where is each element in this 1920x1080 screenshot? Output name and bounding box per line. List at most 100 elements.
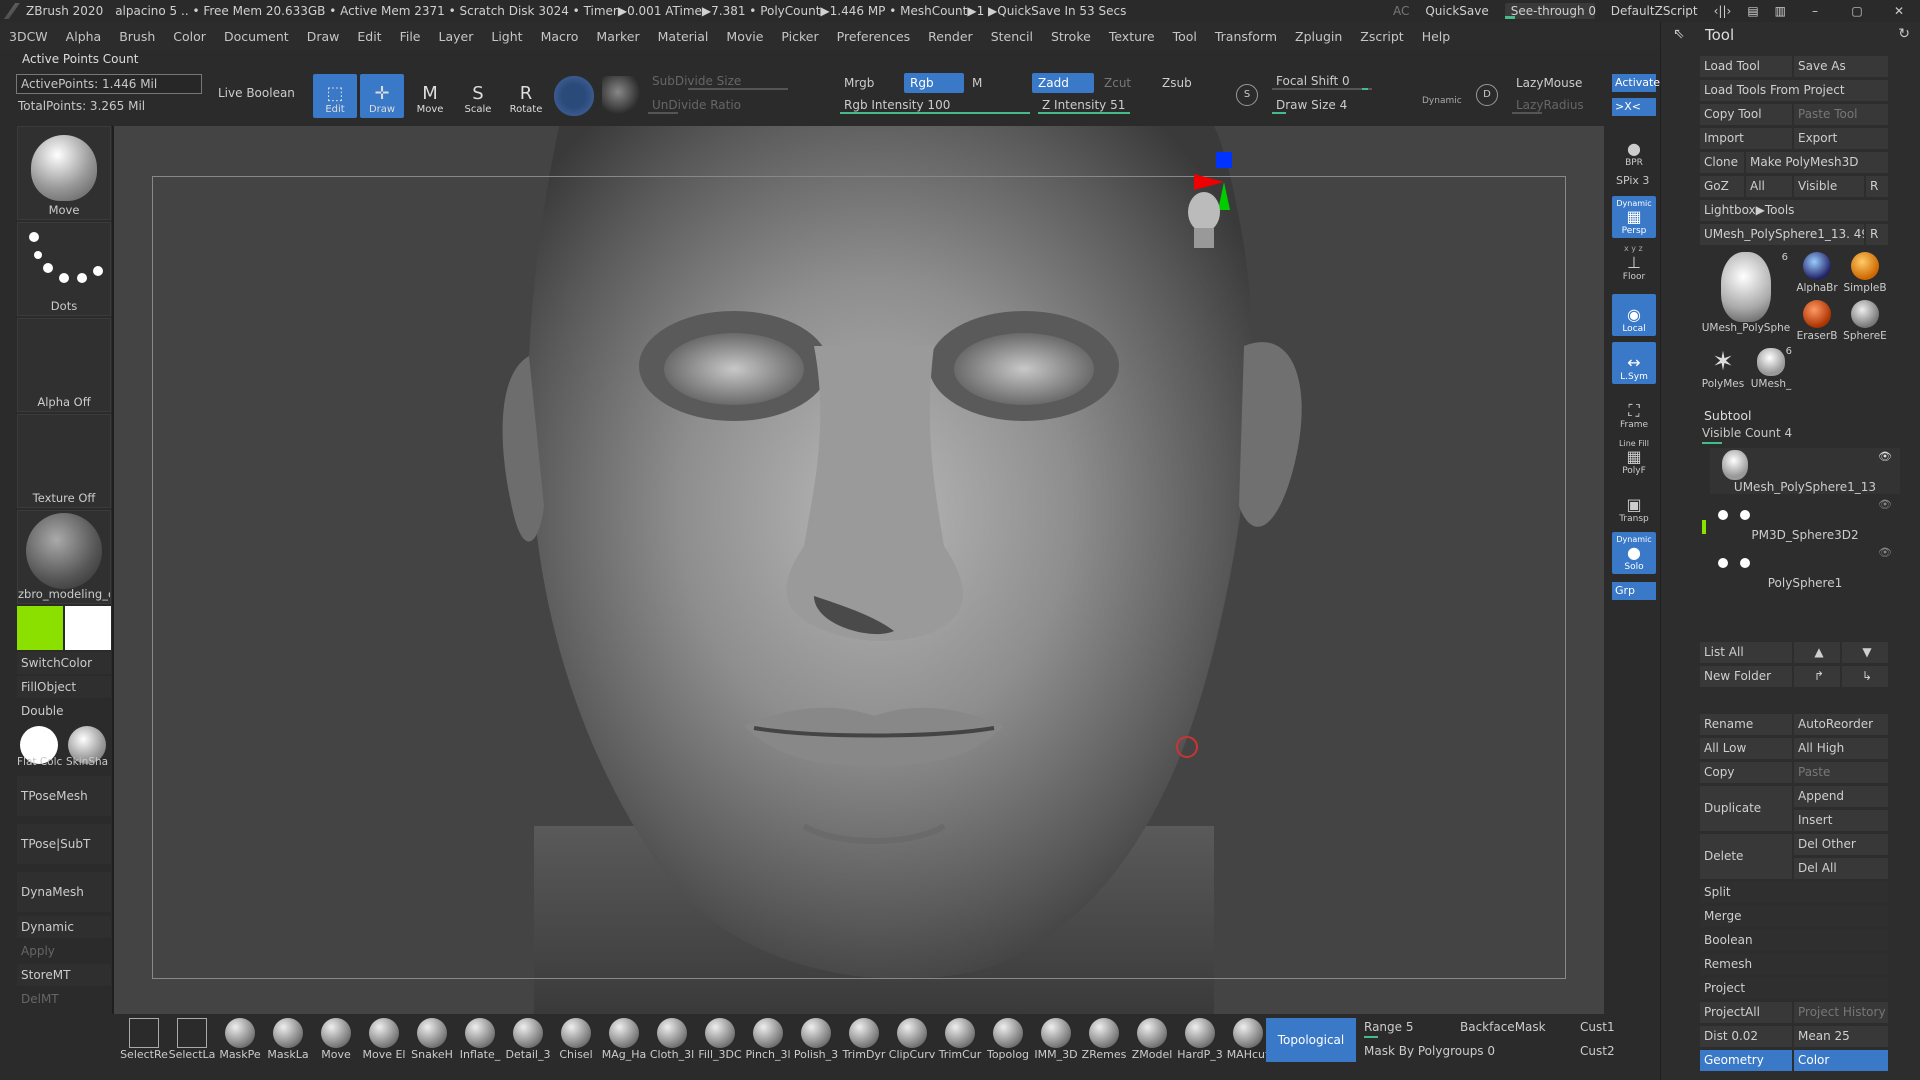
quicksave-button[interactable]: QuickSave: [1425, 4, 1488, 18]
del-mt-button[interactable]: DelMT: [17, 988, 111, 1010]
tool-thumb-umesh-small[interactable]: UMesh_ 6: [1748, 346, 1794, 392]
brush-fill-3dc[interactable]: Fill_3DC: [696, 1016, 744, 1064]
load-tools-from-project-button[interactable]: Load Tools From Project: [1700, 80, 1888, 101]
polyf-button[interactable]: Line Fill ▦ PolyF: [1612, 436, 1656, 478]
goz-all-button[interactable]: All: [1746, 176, 1792, 197]
floor-button[interactable]: ⊥ Floor: [1612, 246, 1656, 284]
stroke-picker[interactable]: Dots: [17, 222, 111, 316]
range-slider[interactable]: Range 5: [1364, 1020, 1413, 1034]
remesh-section[interactable]: Remesh: [1700, 954, 1888, 975]
brush-cloth-3l[interactable]: Cloth_3l: [648, 1016, 696, 1064]
bpr-button[interactable]: ● BPR: [1612, 128, 1656, 170]
subtool-title[interactable]: Subtool: [1704, 408, 1751, 423]
current-tool-r-button[interactable]: R: [1866, 224, 1888, 245]
grp-button[interactable]: Grp: [1612, 582, 1656, 600]
move-mode-button[interactable]: M Move: [408, 74, 452, 118]
make-polymesh3d-button[interactable]: Make PolyMesh3D: [1746, 152, 1888, 173]
brush-selectla[interactable]: SelectLa: [168, 1016, 216, 1064]
brush-zremes[interactable]: ZRemes: [1080, 1016, 1128, 1064]
split-section[interactable]: Split: [1700, 882, 1888, 903]
material-picker[interactable]: zbro_modeling_c: [17, 510, 111, 604]
frame-button[interactable]: ⛶ Frame: [1612, 390, 1656, 432]
menu-movie[interactable]: Movie: [717, 29, 772, 44]
brush-clipcurv[interactable]: ClipCurv: [888, 1016, 936, 1064]
zadd-toggle[interactable]: Zadd: [1032, 73, 1094, 93]
zsub-toggle[interactable]: Zsub: [1156, 73, 1206, 93]
paste-button[interactable]: Paste: [1794, 762, 1888, 783]
brush-imm-3d[interactable]: IMM_3D: [1032, 1016, 1080, 1064]
z-intensity-slider[interactable]: Z Intensity 51: [1038, 96, 1218, 114]
load-tool-button[interactable]: Load Tool: [1700, 56, 1792, 77]
spix-slider[interactable]: SPix 3: [1616, 174, 1649, 187]
alpha-picker[interactable]: Alpha Off: [17, 318, 111, 412]
brush-picker[interactable]: Move: [17, 126, 111, 220]
focal-curve-icon[interactable]: S: [1236, 84, 1258, 106]
mean-slider[interactable]: Mean 25: [1794, 1026, 1888, 1047]
brush-zmodel[interactable]: ZModel: [1128, 1016, 1176, 1064]
mask-by-polygroups-slider[interactable]: Mask By Polygroups 0: [1364, 1044, 1495, 1058]
tpose-mesh-button[interactable]: TPoseMesh: [17, 776, 111, 816]
menu-tool[interactable]: Tool: [1164, 29, 1206, 44]
clone-button[interactable]: Clone: [1700, 152, 1744, 173]
transp-button[interactable]: ▣ Transp: [1612, 484, 1656, 526]
double-toggle[interactable]: Double: [17, 700, 111, 722]
menu-3dcw[interactable]: 3DCW: [0, 29, 57, 44]
menu-zplugin[interactable]: Zplugin: [1286, 29, 1351, 44]
menu-alpha[interactable]: Alpha: [57, 29, 111, 44]
duplicate-button[interactable]: Duplicate: [1700, 786, 1792, 831]
focal-shift-slider[interactable]: Focal Shift 0: [1272, 72, 1422, 90]
rotate-mode-button[interactable]: R Rotate: [504, 74, 548, 118]
mrgb-toggle[interactable]: Mrgb: [838, 73, 888, 93]
m-toggle[interactable]: M: [966, 73, 986, 93]
insert-button[interactable]: Insert: [1794, 810, 1888, 831]
lightbox-tools-button[interactable]: Lightbox▶Tools: [1700, 200, 1888, 221]
subtool-visibility-eye-icon[interactable]: 👁: [1878, 498, 1892, 511]
move-up-arrow-icon[interactable]: ▲: [1794, 642, 1840, 663]
menu-document[interactable]: Document: [215, 29, 298, 44]
xc-button[interactable]: >X<: [1612, 98, 1656, 116]
export-button[interactable]: Export: [1794, 128, 1888, 149]
tool-thumb-umesh-large[interactable]: UMesh_PolySphe 6: [1700, 250, 1792, 344]
tpose-subt-button[interactable]: TPose|SubT: [17, 824, 111, 864]
panel-pin-icon[interactable]: ⇖: [1673, 26, 1685, 42]
lsym-button[interactable]: ↔ L.Sym: [1612, 342, 1656, 384]
fill-object-button[interactable]: FillObject: [17, 676, 111, 698]
menu-preferences[interactable]: Preferences: [828, 29, 920, 44]
list-all-button[interactable]: List All: [1700, 642, 1792, 663]
cust2-button[interactable]: Cust2: [1580, 1044, 1615, 1058]
menu-render[interactable]: Render: [919, 29, 982, 44]
brush-mahcut[interactable]: MAHcut: [1224, 1016, 1272, 1064]
panel-reset-icon[interactable]: ↻: [1898, 26, 1910, 42]
subdivide-size-slider[interactable]: SubDivide Size: [648, 72, 788, 90]
cust1-button[interactable]: Cust1: [1580, 1020, 1615, 1034]
default-zscript-button[interactable]: DefaultZScript: [1611, 4, 1698, 18]
ac-button[interactable]: AC: [1393, 4, 1409, 18]
brush-topolog[interactable]: Topolog: [984, 1016, 1032, 1064]
project-all-button[interactable]: ProjectAll: [1700, 1002, 1792, 1023]
save-as-button[interactable]: Save As: [1794, 56, 1888, 77]
brush-move[interactable]: Move: [312, 1016, 360, 1064]
del-other-button[interactable]: Del Other: [1794, 834, 1888, 855]
minimize-button[interactable]: –: [1802, 4, 1828, 18]
menu-stroke[interactable]: Stroke: [1042, 29, 1100, 44]
persp-button[interactable]: Dynamic ▦ Persp: [1612, 196, 1656, 238]
topological-toggle[interactable]: Topological: [1266, 1018, 1356, 1062]
menu-transform[interactable]: Transform: [1206, 29, 1286, 44]
brush-trimcur[interactable]: TrimCur: [936, 1016, 984, 1064]
folder-up-icon[interactable]: ↱: [1794, 666, 1840, 687]
new-folder-button[interactable]: New Folder: [1700, 666, 1792, 687]
project-history-button[interactable]: Project History: [1794, 1002, 1888, 1023]
brush-move-el[interactable]: Move El: [360, 1016, 408, 1064]
menu-texture[interactable]: Texture: [1100, 29, 1164, 44]
local-button[interactable]: ◉ Local: [1612, 294, 1656, 336]
dynamesh-button[interactable]: DynaMesh: [17, 872, 111, 912]
brush-detail-3[interactable]: Detail_3: [504, 1016, 552, 1064]
brush-trimdyr[interactable]: TrimDyr: [840, 1016, 888, 1064]
menu-material[interactable]: Material: [649, 29, 718, 44]
menu-brush[interactable]: Brush: [110, 29, 164, 44]
solo-button[interactable]: Dynamic ● Solo: [1612, 532, 1656, 574]
geometry-toggle[interactable]: Geometry: [1700, 1050, 1792, 1071]
brush-hardp-3[interactable]: HardP_3: [1176, 1016, 1224, 1064]
main-color-swatch[interactable]: [17, 606, 63, 650]
copy-button[interactable]: Copy: [1700, 762, 1792, 783]
